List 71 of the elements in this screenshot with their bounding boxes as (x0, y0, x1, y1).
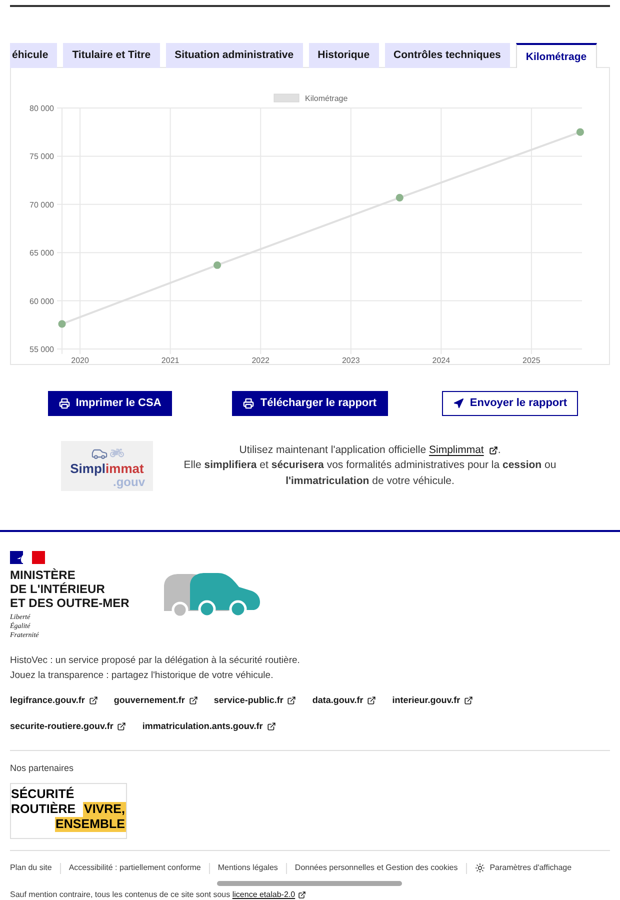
intro-text: Utilisez maintenant l'application officielle Simplimmat . (165, 442, 575, 458)
axis-label: 2025 (522, 356, 540, 364)
data-point (213, 261, 222, 269)
external-link-icon (298, 891, 306, 899)
logo-text: ROUTIÈRE (11, 802, 76, 817)
logo-domain: .gouv (113, 476, 145, 488)
axis-label: 80 000 (30, 104, 54, 113)
axis-label: 55 000 (30, 345, 54, 354)
tab[interactable]: Kilométrage (516, 43, 597, 68)
footer-link[interactable]: Paramètres d'affichage (474, 862, 572, 874)
ministry-name: MINISTÈRE DE L'INTÉRIEUR ET DES OUTRE-MER (10, 568, 130, 610)
external-link[interactable]: gouvernement.fr (114, 694, 198, 706)
logo-wordmark: Simplimmat (70, 462, 144, 476)
intro-text: Elle simplifiera et sécurisera vos formalités administratives pour la cession ou l'immatriculation de votre véhicule. (182, 458, 558, 489)
sun-icon (474, 863, 485, 873)
external-link[interactable]: service-public.fr (214, 694, 296, 706)
external-link-icon (88, 696, 98, 704)
external-link-icon (488, 446, 498, 455)
logo-highlight: VIVRE, (83, 802, 126, 817)
axis-label: 2020 (71, 356, 89, 364)
logo-highlight: ENSEMBLE (54, 817, 126, 832)
axis-label: 2023 (342, 356, 360, 364)
external-link[interactable]: legifrance.gouv.fr (10, 694, 98, 706)
external-link-icon (367, 696, 376, 704)
external-link-icon (287, 696, 296, 704)
footer-link[interactable]: Accessibilité : partiellement conforme (68, 862, 201, 874)
external-link[interactable]: immatriculation.ants.gouv.fr (142, 720, 276, 732)
external-link-icon (117, 722, 126, 730)
data-point (396, 194, 404, 202)
action-button[interactable]: Envoyer le rapport (442, 391, 578, 416)
tab[interactable]: Contrôles techniques (384, 43, 510, 68)
external-link[interactable]: data.gouv.fr (312, 694, 376, 706)
footer-link[interactable]: Plan du site (10, 862, 52, 874)
tab[interactable]: éhicule (10, 43, 58, 68)
motorcycle-icon (110, 446, 124, 460)
legend-label: Kilométrage (305, 94, 348, 103)
external-link-icon (188, 696, 198, 704)
footer-link[interactable]: Données personnelles et Gestion des cookies (294, 862, 458, 874)
action-button[interactable]: Imprimer le CSA (48, 391, 172, 416)
simplimmat-link[interactable]: Simplimmat (428, 442, 498, 458)
external-link-icon (266, 722, 276, 730)
axis-label: 2022 (252, 356, 270, 364)
flag-logo-icon (10, 551, 45, 564)
tab[interactable]: Titulaire et Titre (63, 43, 160, 68)
description-text: HistoVec : un service proposé par la délégation à la sécurité routière. (10, 654, 301, 668)
partner-logo[interactable]: SÉCURITÉ ROUTIÈRE VIVRE, ENSEMBLE (10, 783, 127, 839)
external-link[interactable]: securite-routiere.gouv.fr (10, 720, 126, 732)
description-text: Jouez la transparence : partagez l'historique de votre véhicule. (10, 669, 274, 683)
footer-link[interactable]: Mentions légales (218, 862, 278, 874)
axis-label: 2024 (432, 356, 450, 364)
scrollbar-thumb[interactable] (217, 881, 402, 886)
external-link-icon (464, 696, 474, 704)
logo-text: SÉCURITÉ (11, 787, 74, 802)
partners-title: Nos partenaires (10, 762, 75, 774)
action-button[interactable]: Télécharger le rapport (232, 391, 388, 416)
tab[interactable]: Historique (308, 43, 379, 68)
axis-label: 65 000 (30, 248, 54, 258)
data-point (576, 128, 584, 136)
data-point (58, 320, 66, 328)
tab[interactable]: Situation administrative (166, 43, 303, 68)
legend-swatch-icon (274, 94, 300, 102)
navigation-arrow-icon (452, 398, 464, 409)
printer-icon (243, 398, 254, 409)
license-link[interactable]: licence etalab-2.0 (232, 889, 306, 900)
license-text: Sauf mention contraire, tous les contenus de ce site sont sous licence etalab-2.0 (10, 889, 610, 900)
axis-label: 2021 (161, 356, 180, 364)
external-link[interactable]: interieur.gouv.fr (392, 694, 474, 706)
axis-label: 75 000 (30, 152, 54, 162)
printer-icon (58, 398, 70, 409)
axis-label: 70 000 (30, 200, 54, 210)
axis-label: 60 000 (30, 296, 54, 306)
